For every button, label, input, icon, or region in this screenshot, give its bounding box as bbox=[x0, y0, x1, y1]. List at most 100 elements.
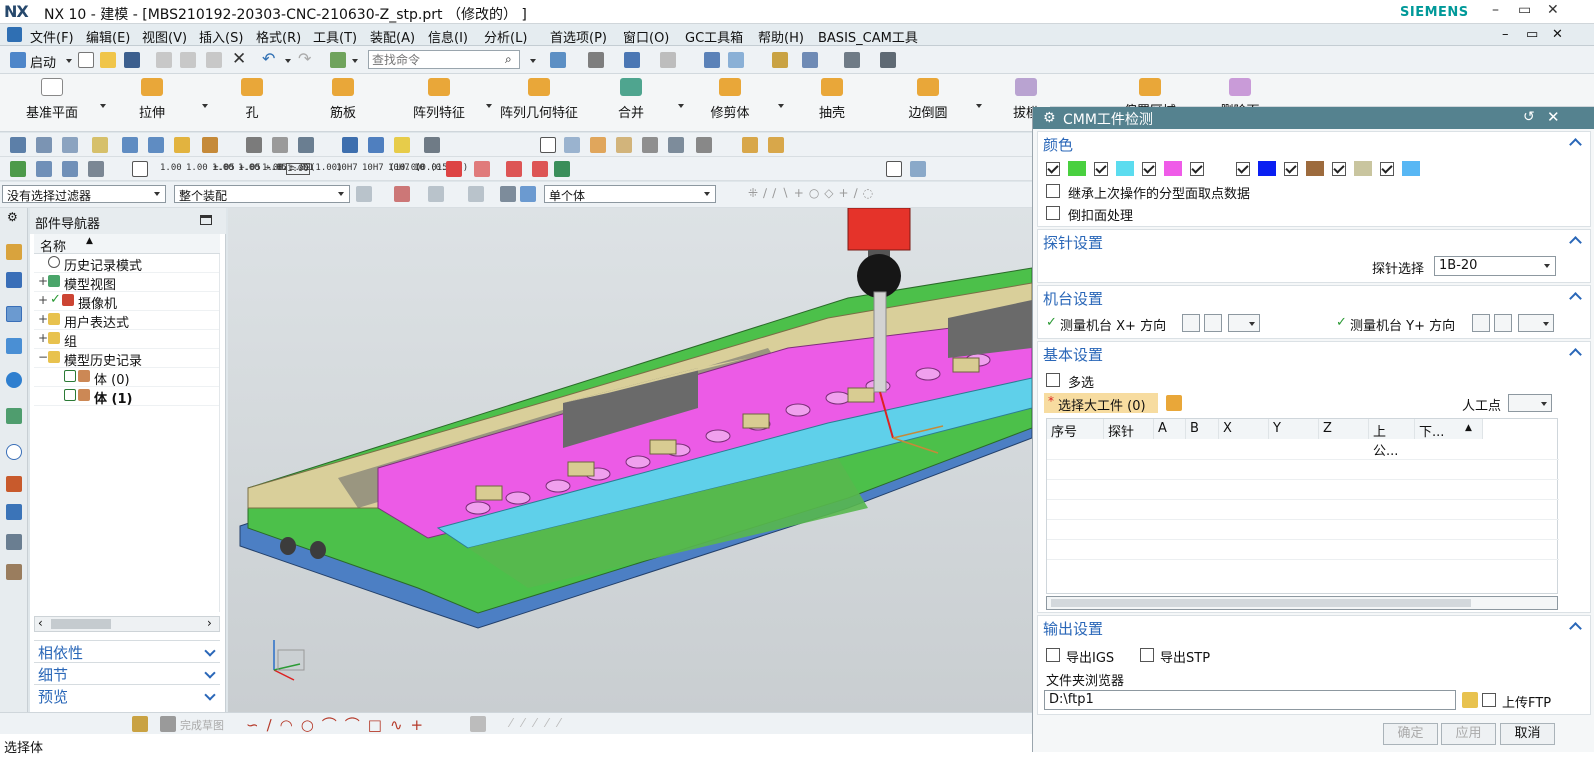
window-icon[interactable] bbox=[330, 52, 346, 68]
col-y[interactable]: Y bbox=[1269, 419, 1319, 439]
sketch-curve-tools[interactable]: ∽∕◠○⌒⌒□∿+ bbox=[246, 714, 431, 735]
measure-icon[interactable] bbox=[772, 52, 788, 68]
col-index[interactable]: 序号 bbox=[1047, 419, 1104, 440]
clip-icon[interactable] bbox=[368, 137, 384, 153]
folder-path-input[interactable]: D:\ftp1 bbox=[1044, 690, 1456, 710]
body-icon[interactable] bbox=[500, 186, 516, 202]
edit-icon[interactable] bbox=[246, 137, 262, 153]
color-swatch-cyan[interactable] bbox=[1116, 161, 1134, 176]
rect-select-icon[interactable] bbox=[468, 186, 484, 202]
rib-button[interactable]: 筋板 bbox=[320, 78, 366, 121]
menu-help[interactable]: 帮助(H) bbox=[758, 27, 804, 46]
suppress-icon[interactable] bbox=[532, 161, 548, 177]
check-icon[interactable] bbox=[10, 161, 26, 177]
gear-tool-icon[interactable] bbox=[424, 137, 440, 153]
color-swatch-magenta[interactable] bbox=[1164, 161, 1182, 176]
move-face-icon[interactable] bbox=[298, 137, 314, 153]
col-upper-tol[interactable]: 上公... bbox=[1369, 419, 1415, 459]
export-igs-checkbox[interactable] bbox=[1046, 648, 1060, 662]
navigator-hscrollbar[interactable]: ‹ › bbox=[34, 616, 220, 632]
snap-view-icon[interactable] bbox=[704, 52, 720, 68]
tree-row-model-history[interactable]: − 模型历史记录 bbox=[34, 349, 220, 369]
palette-icon[interactable] bbox=[6, 564, 22, 580]
y-vector-select[interactable] bbox=[1518, 314, 1554, 332]
doc-restore-button[interactable]: ▭ bbox=[1526, 27, 1538, 42]
table-icon[interactable] bbox=[564, 137, 580, 153]
select-icon[interactable] bbox=[428, 186, 444, 202]
trim-body-button[interactable]: 修剪体 bbox=[706, 78, 754, 121]
layer-icon[interactable] bbox=[728, 52, 744, 68]
transform-icon[interactable] bbox=[148, 137, 164, 153]
scroll-thumb[interactable] bbox=[1051, 599, 1471, 607]
redo-icon[interactable]: ↷ bbox=[298, 49, 311, 68]
tree-row-groups[interactable]: + 组 bbox=[34, 330, 220, 350]
datum-icon[interactable] bbox=[88, 161, 104, 177]
x-axis-icon[interactable] bbox=[1182, 314, 1200, 332]
col-lower-tol[interactable]: 下... bbox=[1415, 419, 1483, 440]
collapse-icon[interactable] bbox=[1569, 348, 1582, 361]
sketch-icon[interactable] bbox=[92, 137, 108, 153]
copy-icon[interactable] bbox=[180, 52, 196, 68]
fit-view-icon[interactable] bbox=[550, 52, 566, 68]
color-checkbox-6[interactable] bbox=[1284, 162, 1298, 176]
expand-icon[interactable]: + bbox=[38, 293, 48, 307]
section-dependencies[interactable]: 相依性 bbox=[34, 640, 220, 662]
tol-1[interactable]: 1.00 bbox=[160, 163, 182, 173]
close-icon[interactable]: ✕ bbox=[1547, 108, 1560, 126]
find-command-input[interactable] bbox=[368, 50, 520, 69]
restore-button[interactable]: ▭ bbox=[1518, 2, 1531, 18]
cube-icon[interactable] bbox=[1166, 395, 1182, 411]
manual-point-select[interactable] bbox=[1508, 394, 1552, 412]
expand-icon[interactable]: + bbox=[38, 331, 48, 345]
collapse-icon[interactable] bbox=[1569, 236, 1582, 249]
menu-window[interactable]: 窗口(O) bbox=[623, 27, 669, 46]
col-probe[interactable]: 探针 bbox=[1104, 419, 1154, 440]
collapse-icon[interactable] bbox=[1569, 622, 1582, 635]
save-icon[interactable] bbox=[124, 52, 140, 68]
face-icon[interactable] bbox=[520, 186, 536, 202]
cancel-button[interactable]: 取消 bbox=[1500, 723, 1555, 745]
cam-op-icon[interactable] bbox=[768, 137, 784, 153]
color-checkbox-2[interactable] bbox=[1094, 162, 1108, 176]
section-preview[interactable]: 预览 bbox=[34, 684, 220, 706]
note-icon[interactable] bbox=[642, 137, 658, 153]
expand-icon[interactable]: + bbox=[38, 312, 48, 326]
tree-row-history-mode[interactable]: 历史记录模式 bbox=[34, 254, 220, 274]
assembly-icon[interactable] bbox=[10, 137, 26, 153]
cancel-feature-icon[interactable] bbox=[506, 161, 522, 177]
part-nav-icon[interactable] bbox=[6, 306, 22, 322]
folder-open-icon[interactable] bbox=[1462, 692, 1478, 708]
col-x[interactable]: X bbox=[1219, 419, 1269, 439]
finish-sketch-icon[interactable] bbox=[160, 716, 176, 732]
sketch-constraint-tools[interactable]: ⁄⁄⁄⁄⁄ bbox=[510, 716, 570, 730]
tree-row-body-1[interactable]: 体 (1) bbox=[34, 387, 220, 407]
expand-icon[interactable]: + bbox=[38, 274, 48, 288]
menu-info[interactable]: 信息(I) bbox=[428, 27, 468, 46]
start-icon[interactable] bbox=[10, 52, 26, 68]
reuse-library-icon[interactable] bbox=[6, 338, 22, 354]
clock-icon[interactable] bbox=[6, 444, 22, 460]
snap-point-icons[interactable]: ⁜∕∕∖+○◇+∕◌ bbox=[748, 186, 878, 200]
red-feature-icon[interactable] bbox=[474, 161, 490, 177]
pattern-icon[interactable] bbox=[174, 137, 190, 153]
y-csys-icon[interactable] bbox=[1494, 314, 1512, 332]
gears-icon[interactable] bbox=[616, 137, 632, 153]
tol-8[interactable]: 10H7 bbox=[336, 163, 358, 173]
selection-icon[interactable] bbox=[342, 137, 358, 153]
wcs-icon[interactable] bbox=[802, 52, 818, 68]
points-table[interactable]: 序号 探针 A B X Y Z 上公... 下... ▲ bbox=[1046, 418, 1559, 594]
collapse-icon[interactable] bbox=[1569, 292, 1582, 305]
color-checkbox-8[interactable] bbox=[1380, 162, 1394, 176]
color-checkbox-1[interactable] bbox=[1046, 162, 1060, 176]
maximize-panel-icon[interactable] bbox=[200, 215, 212, 225]
return-icon[interactable] bbox=[554, 161, 570, 177]
export-stp-checkbox[interactable] bbox=[1140, 648, 1154, 662]
tree-row-expressions[interactable]: + 用户表达式 bbox=[34, 311, 220, 331]
multi-select-checkbox[interactable] bbox=[1046, 373, 1060, 387]
pmi-icon[interactable] bbox=[36, 161, 52, 177]
attach-icon[interactable] bbox=[590, 137, 606, 153]
frame-icon[interactable] bbox=[132, 161, 148, 177]
reset-icon[interactable]: ↺ bbox=[1523, 109, 1535, 125]
pattern-feature-button[interactable]: 阵列特征 bbox=[408, 78, 470, 121]
menu-format[interactable]: 格式(R) bbox=[256, 27, 301, 46]
